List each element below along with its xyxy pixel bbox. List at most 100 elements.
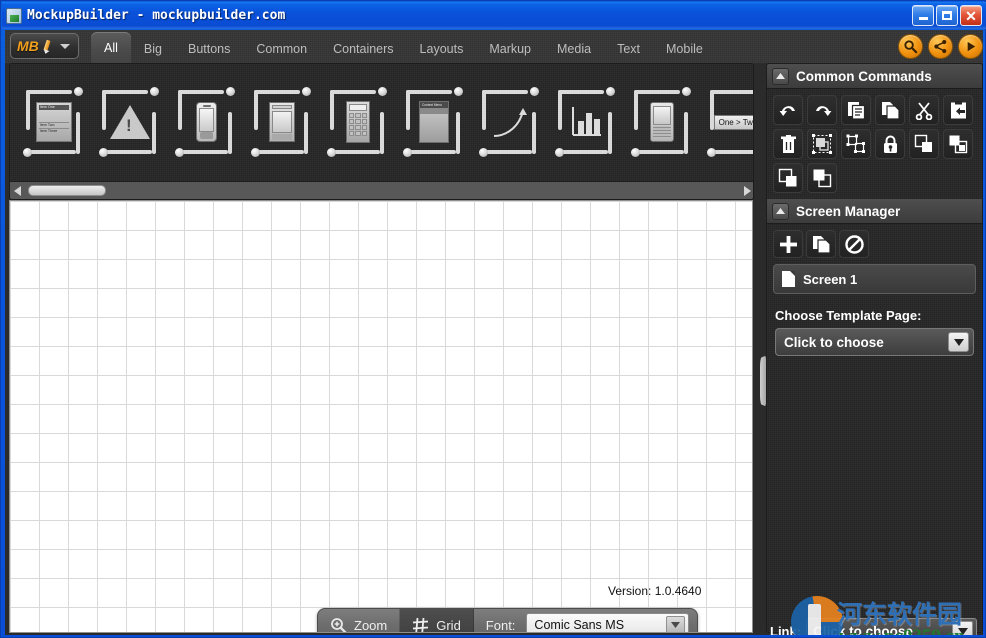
close-button[interactable]: ✕ — [960, 5, 982, 26]
mb-logo-text: MB — [17, 38, 39, 54]
list-box-thumbnail: Item One Item Two Item Three — [35, 97, 73, 147]
chevron-up-icon[interactable] — [772, 68, 789, 85]
scroll-right-arrow-icon[interactable] — [739, 182, 754, 200]
chevron-up-icon[interactable] — [772, 203, 789, 220]
scissors-icon — [915, 101, 933, 120]
category-tabs: All Big Buttons Common Containers Layout… — [91, 30, 716, 63]
paste-button[interactable] — [943, 95, 973, 125]
scrollbar-thumb[interactable] — [28, 185, 106, 196]
undo-button[interactable] — [773, 95, 803, 125]
screen-manager-section: Screen Manager Screen — [767, 199, 982, 356]
add-screen-button[interactable] — [773, 230, 803, 258]
phone-thumbnail — [187, 97, 225, 147]
delete-screen-button[interactable] — [839, 230, 869, 258]
template-page-label: Choose Template Page: — [767, 300, 982, 328]
palette-item-curve[interactable] — [478, 86, 540, 158]
forbidden-icon — [845, 235, 864, 254]
app-menu-button[interactable]: MB — [10, 33, 79, 59]
screen-list-item[interactable]: Screen 1 — [773, 264, 976, 294]
tab-label: Mobile — [666, 42, 703, 56]
chevron-down-icon[interactable] — [666, 616, 685, 633]
delete-button[interactable] — [773, 129, 803, 159]
tab-common[interactable]: Common — [243, 34, 320, 63]
palette-item-blackberry[interactable] — [630, 86, 692, 158]
calculator-thumbnail — [339, 97, 377, 147]
ungroup-button[interactable] — [841, 129, 871, 159]
palette-item-phone[interactable] — [174, 86, 236, 158]
search-icon[interactable] — [898, 34, 923, 59]
common-commands-grid — [767, 89, 983, 199]
screen-manager-header[interactable]: Screen Manager — [767, 199, 982, 224]
palette-item-breadcrumb[interactable]: One > Two — [706, 86, 754, 158]
design-canvas[interactable]: Version: 1.0.4640 Zoom Grid Font: Comic … — [9, 200, 753, 633]
send-backward-button[interactable] — [943, 129, 973, 159]
right-panel: Common Commands — [766, 63, 983, 633]
minimize-icon — [919, 17, 928, 20]
trash-icon — [780, 135, 797, 154]
tab-media[interactable]: Media — [544, 34, 604, 63]
tab-big[interactable]: Big — [131, 34, 175, 63]
screen-list: Screen 1 — [767, 262, 982, 300]
palette-item-calculator[interactable] — [326, 86, 388, 158]
share-icon[interactable] — [928, 34, 953, 59]
client-area: MB All Big Buttons Common Containers Lay… — [5, 30, 983, 635]
palette-item-bar-chart[interactable] — [554, 86, 616, 158]
tab-label: Containers — [333, 42, 393, 56]
bring-forward-button[interactable] — [909, 129, 939, 159]
lock-icon — [882, 135, 899, 154]
maximize-button[interactable] — [936, 5, 958, 26]
palette-item-context-menu[interactable]: Context Menu — [402, 86, 464, 158]
tab-text[interactable]: Text — [604, 34, 653, 63]
duplicate-screen-button[interactable] — [806, 230, 836, 258]
copy-button[interactable] — [841, 95, 871, 125]
bar-chart-icon — [567, 97, 605, 147]
tab-label: Buttons — [188, 42, 230, 56]
duplicate-icon — [881, 101, 900, 120]
chevron-down-icon[interactable] — [948, 332, 969, 352]
paste-icon — [949, 101, 968, 120]
minimize-button[interactable] — [912, 5, 934, 26]
tab-containers[interactable]: Containers — [320, 34, 406, 63]
zoom-button[interactable]: Zoom — [318, 609, 400, 633]
font-select[interactable]: Comic Sans MS — [526, 613, 689, 633]
redo-button[interactable] — [807, 95, 837, 125]
tab-mobile[interactable]: Mobile — [653, 34, 716, 63]
palette-item-alert[interactable] — [98, 86, 160, 158]
panel-empty-area — [767, 371, 983, 633]
lock-button[interactable] — [875, 129, 905, 159]
palette-item-list-box[interactable]: Item One Item Two Item Three — [22, 86, 84, 158]
palette-horizontal-scrollbar[interactable] — [10, 181, 754, 199]
screen-manager-tools — [767, 224, 982, 262]
plus-icon — [779, 235, 798, 254]
send-backward-icon — [948, 134, 968, 154]
tab-label: All — [104, 41, 118, 55]
cut-button[interactable] — [909, 95, 939, 125]
zoom-label: Zoom — [354, 618, 387, 633]
play-icon[interactable] — [958, 34, 983, 59]
group-button[interactable] — [807, 129, 837, 159]
grid-button[interactable]: Grid — [400, 609, 474, 633]
window-title: MockupBuilder - mockupbuilder.com — [27, 8, 285, 23]
bring-forward-icon — [914, 134, 934, 154]
duplicate-button[interactable] — [875, 95, 905, 125]
send-to-back-button[interactable] — [807, 163, 837, 193]
common-commands-header[interactable]: Common Commands — [767, 64, 982, 89]
link-select[interactable]: Click to choose — [806, 618, 977, 635]
tab-all[interactable]: All — [91, 32, 131, 63]
tab-markup[interactable]: Markup — [476, 34, 544, 63]
scroll-left-arrow-icon[interactable] — [10, 182, 26, 200]
tab-buttons[interactable]: Buttons — [175, 34, 243, 63]
font-label: Font: — [486, 618, 516, 633]
chevron-down-icon[interactable] — [952, 621, 973, 635]
tab-label: Layouts — [420, 42, 464, 56]
bring-to-front-button[interactable] — [773, 163, 803, 193]
tab-layouts[interactable]: Layouts — [407, 34, 477, 63]
copy-icon — [847, 101, 866, 120]
duplicate-icon — [812, 235, 831, 254]
breadcrumb-label: One > Two — [714, 115, 754, 130]
top-right-toolbar — [898, 34, 983, 59]
template-page-select[interactable]: Click to choose — [775, 328, 974, 356]
palette-item-tablet[interactable] — [250, 86, 312, 158]
tab-label: Big — [144, 42, 162, 56]
tab-label: Common — [256, 42, 307, 56]
